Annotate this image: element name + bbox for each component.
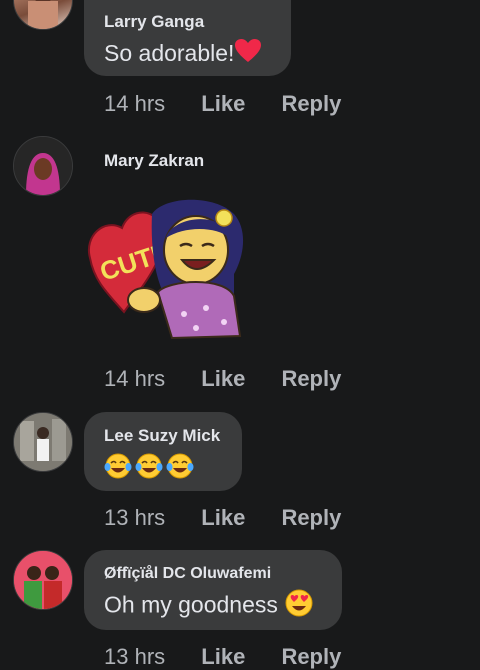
sticker-image: CUTE xyxy=(87,199,244,340)
comment-bubble[interactable]: Larry Ganga So adorable! xyxy=(84,0,291,76)
comment-bubble[interactable]: Lee Suzy Mick xyxy=(84,412,242,491)
comment-timestamp[interactable]: 13 hrs xyxy=(104,644,165,670)
comment-text-body: So adorable! xyxy=(104,40,235,66)
avatar[interactable] xyxy=(13,136,73,196)
like-button[interactable]: Like xyxy=(201,644,245,670)
heart-eyes-emoji-icon xyxy=(284,588,314,625)
reply-button[interactable]: Reply xyxy=(281,644,341,670)
comment-actions: 14 hrs Like Reply xyxy=(104,91,371,117)
like-button[interactable]: Like xyxy=(201,505,245,531)
comment-bubble[interactable]: Øffïçïål DC Oluwafemi Oh my goodness xyxy=(84,550,342,630)
reply-button[interactable]: Reply xyxy=(281,91,341,117)
comment-timestamp[interactable]: 14 hrs xyxy=(104,366,165,392)
emoji-row xyxy=(104,452,222,482)
comment-actions: 14 hrs Like Reply xyxy=(104,366,371,392)
heart-emoji-icon xyxy=(234,38,262,71)
comment-author[interactable]: Øffïçïål DC Oluwafemi xyxy=(104,564,322,584)
comment-author[interactable]: Larry Ganga xyxy=(104,12,271,32)
tears-of-joy-emoji-icon xyxy=(104,453,194,479)
comment-actions: 13 hrs Like Reply xyxy=(104,644,371,670)
comment-timestamp[interactable]: 14 hrs xyxy=(104,91,165,117)
comment-author[interactable]: Mary Zakran xyxy=(104,151,204,171)
comment-actions: 13 hrs Like Reply xyxy=(104,505,371,531)
reply-button[interactable]: Reply xyxy=(281,505,341,531)
avatar[interactable] xyxy=(13,550,73,610)
like-button[interactable]: Like xyxy=(201,366,245,392)
comment-timestamp[interactable]: 13 hrs xyxy=(104,505,165,531)
avatar[interactable] xyxy=(13,412,73,472)
avatar-photo-icon xyxy=(14,413,72,471)
avatar-photo-icon xyxy=(14,551,72,609)
like-button[interactable]: Like xyxy=(201,91,245,117)
reply-button[interactable]: Reply xyxy=(281,366,341,392)
avatar-photo-icon xyxy=(14,137,72,195)
cute-sticker[interactable]: CUTE xyxy=(84,196,249,341)
comment-text-body: Oh my goodness xyxy=(104,591,278,618)
comment-author[interactable]: Lee Suzy Mick xyxy=(104,426,222,446)
comment-text: So adorable! xyxy=(104,38,271,71)
comment-text: Oh my goodness xyxy=(104,588,322,625)
avatar[interactable] xyxy=(13,0,73,30)
avatar-photo-icon xyxy=(28,0,58,29)
